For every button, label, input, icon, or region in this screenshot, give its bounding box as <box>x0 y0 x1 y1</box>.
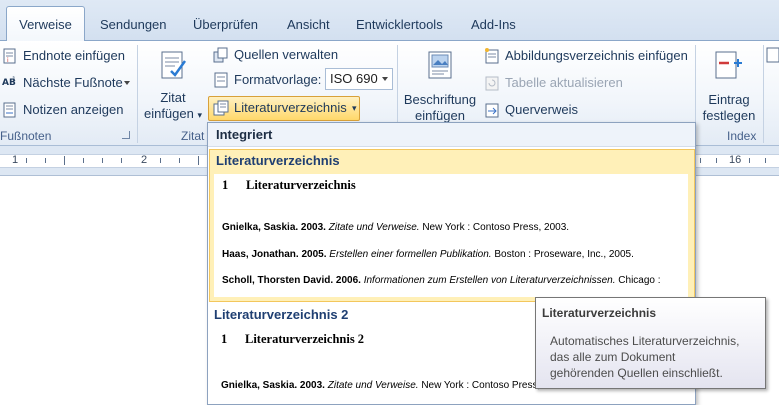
gallery-item-preview: 1 Literaturverzeichnis Gnielka, Saskia. 2… <box>214 174 688 297</box>
preview-entry: Haas, Jonathan. 2005. Erstellen einer fo… <box>222 249 634 260</box>
cross-reference-icon <box>485 103 499 118</box>
ruler-tick <box>179 158 180 163</box>
tab-add-ins[interactable]: Add-Ins <box>471 10 516 41</box>
tooltip-title: Literaturverzeichnis <box>542 306 657 320</box>
ruler-tick <box>45 158 46 163</box>
tooltip-text: das alle zum Dokument <box>550 350 676 364</box>
gallery-item-bibliography[interactable]: Literaturverzeichnis 1 Literaturverzeichn… <box>209 149 695 302</box>
manage-sources-icon <box>213 47 228 63</box>
gallery-item-title[interactable]: Literaturverzeichnis 2 <box>214 307 348 322</box>
preview-entry: Scholl, Thorsten David. 2006. Informatio… <box>222 275 661 286</box>
tooltip-text: Automatisches Literaturverzeichnis, <box>550 334 740 348</box>
ruler-tick <box>198 156 199 165</box>
ruler-label: 16 <box>729 154 742 166</box>
style-icon <box>214 72 228 88</box>
endnote-icon: i <box>3 48 16 64</box>
bibliography-icon <box>213 100 229 116</box>
table-of-figures-icon <box>485 48 499 64</box>
ruler-tick <box>102 158 103 163</box>
ruler-tick <box>765 158 766 163</box>
footnotes-dialog-launcher-icon[interactable] <box>122 131 130 139</box>
preview-heading: 1 Literaturverzeichnis <box>222 178 356 192</box>
ribbon-tab-row: Verweise Sendungen Überprüfen Ansicht En… <box>0 0 779 42</box>
insert-index-icon[interactable] <box>766 47 779 63</box>
preview-entry: Gnielka, Saskia. 2003. Zitate und Verwei… <box>222 222 570 233</box>
chevron-down-icon: ▾ <box>352 103 357 113</box>
ruler-tick <box>749 158 750 163</box>
ruler-tick <box>64 156 65 165</box>
ruler-label: 2 <box>141 154 148 166</box>
next-footnote-dropdown-arrow-icon[interactable] <box>124 81 130 85</box>
preview-entry: Gnielka, Saskia. 2003. Zitate und Verwei… <box>221 380 569 391</box>
footnotes-group-label: Fußnoten <box>0 129 52 143</box>
tooltip-text: gehörenden Quellen einschließt. <box>550 366 723 380</box>
gallery-section-header: Integriert <box>208 123 695 147</box>
ruler-tick <box>700 158 701 163</box>
ruler-tick <box>121 158 122 163</box>
ruler-label: 1 <box>12 154 19 166</box>
gallery-item-title: Literaturverzeichnis <box>216 153 340 168</box>
insert-citation-button[interactable]: Zitat einfügen ▾ <box>140 90 206 123</box>
preview-heading: 1 Literaturverzeichnis 2 <box>221 332 365 346</box>
svg-text:1: 1 <box>12 76 16 83</box>
tab-verweise[interactable]: Verweise <box>6 6 85 42</box>
insert-citation-icon <box>161 51 187 79</box>
show-notes-icon <box>3 102 16 118</box>
insert-caption-button[interactable]: Beschriftung einfügen <box>400 92 480 124</box>
insert-caption-icon <box>428 51 452 79</box>
ruler-tick <box>83 158 84 163</box>
group-separator <box>763 45 764 143</box>
ruler-tick <box>160 158 161 163</box>
tab-entwicklertools[interactable]: Entwicklertools <box>356 10 443 41</box>
tab-ansicht[interactable]: Ansicht <box>287 10 330 41</box>
tab-ueberpruefen[interactable]: Überprüfen <box>193 10 258 41</box>
tab-sendungen[interactable]: Sendungen <box>100 10 167 41</box>
index-group-label: Index <box>727 129 757 143</box>
next-footnote-icon: AB 1 <box>2 76 16 88</box>
chevron-down-icon <box>382 77 388 81</box>
ruler-tick <box>26 158 27 163</box>
ruler-tick <box>716 158 717 163</box>
bibliography-tooltip: Literaturverzeichnis Automatisches Liter… <box>535 297 766 389</box>
mark-entry-icon <box>715 51 742 79</box>
citation-style-select[interactable]: ISO 690 <box>325 68 393 90</box>
mark-entry-button[interactable]: Eintrag festlegen <box>698 92 760 124</box>
update-table-icon <box>485 76 499 91</box>
group-separator <box>137 45 138 143</box>
citations-group-label: Zitat <box>181 129 205 143</box>
